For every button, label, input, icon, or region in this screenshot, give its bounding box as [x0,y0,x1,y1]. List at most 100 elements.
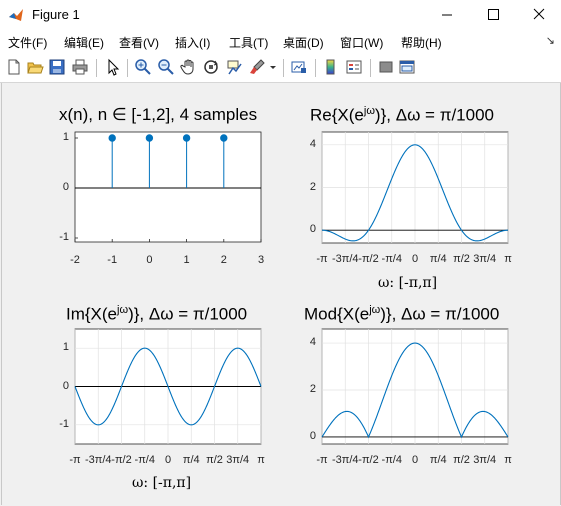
maximize-button[interactable] [470,0,516,30]
tr-xtick-label: 3π/4 [473,253,497,265]
tr-xtick-label: π/4 [429,253,447,265]
show-plot-tools-icon[interactable] [398,58,416,76]
bl-ytick-label: 1 [62,341,69,354]
brush-icon[interactable] [248,58,266,76]
matlab-icon [9,9,23,21]
bl-xlabel: ω: [-π,π] [132,475,192,491]
bl-ytick-label: -1 [59,417,69,430]
br-ytick-label: 0 [309,429,316,442]
tl-xtick-label: 0 [146,254,153,266]
bl-xtick-label: 0 [164,454,172,466]
maximize-icon [488,9,499,20]
print-icon[interactable] [71,58,89,76]
bl-xtick-label: -π/2 [111,454,132,466]
colorbar-icon[interactable] [322,58,340,76]
tl-ytick-label: 0 [62,181,69,193]
minimize-button[interactable] [424,0,470,30]
menu-bar: 文件(F) 编辑(E) 查看(V) 插入(I) 工具(T) 桌面(D) 窗口(W… [0,30,561,54]
tl-xtick-label: 1 [183,254,190,266]
br-xtick-label: π [504,454,512,466]
legend-icon[interactable] [345,58,363,76]
menu-help[interactable]: 帮助(H) [401,34,442,51]
tl-xtick-label: 2 [220,254,227,266]
br-xtick-label: π/2 [453,454,470,466]
br-axes-title: Mod{X(ejω)}, Δω = π/1000 [304,304,500,324]
tl-stem-marker [220,134,228,142]
window-titlebar: Figure 1 [0,0,561,30]
window-title: Figure 1 [32,7,80,22]
toolbar-separator [283,59,284,77]
bl-xtick-label: π/4 [182,454,200,466]
br-xtick-label: -3π/4 [331,454,359,466]
tl-stem-marker [182,134,191,142]
menu-window[interactable]: 窗口(W) [340,34,383,51]
toolbar-separator [315,59,316,77]
br-ytick-label: 4 [309,336,316,349]
tl-axes-box [74,131,262,243]
chevron-down-icon[interactable] [268,58,278,76]
save-icon[interactable] [48,58,66,76]
bl-xtick-label: π/2 [206,454,223,466]
pan-icon[interactable] [180,58,198,76]
tr-xtick-label: -π/2 [358,253,379,265]
tl-axes-title: x(n), n ∈ [-1,2], 4 samples [59,105,258,124]
pointer-icon[interactable] [103,58,121,76]
tr-xtick-label: -π [316,253,328,265]
br-xtick-label: -π/4 [381,454,402,466]
close-icon [533,8,545,20]
zoom-out-icon[interactable] [157,58,175,76]
menu-edit[interactable]: 编辑(E) [64,34,104,51]
figure-canvas: x(n), n ∈ [-1,2], 4 samples Re{X(ejω)}, … [1,83,561,505]
tr-xtick-label: 0 [411,253,419,265]
bl-xtick-label: 3π/4 [226,454,250,466]
br-xtick-label: 0 [411,454,419,466]
bl-xtick-label: -3π/4 [84,454,112,466]
menu-insert[interactable]: 插入(I) [175,34,210,51]
figure-plots-svg [74,131,509,445]
figure-toolbar [0,54,561,83]
bl-xtick-label: -π/4 [134,454,155,466]
bl-axes-title: Im{X(ejω)}, Δω = π/1000 [66,304,248,324]
menu-desktop[interactable]: 桌面(D) [283,34,324,51]
minimize-icon [442,14,452,16]
data-cursor-icon[interactable] [225,58,243,76]
tl-xtick-label: -1 [107,254,118,266]
tr-ytick-label: 0 [309,223,316,236]
tr-xlabel: ω: [-π,π] [378,275,438,291]
tr-axes-title: Re{X(ejω)}, Δω = π/1000 [310,105,494,125]
tr-ytick-label: 4 [309,137,316,150]
tl-ytick-label: 1 [62,131,69,143]
br-ytick-label: 2 [309,383,316,396]
br-xtick-label: -π/2 [358,454,379,466]
close-button[interactable] [516,0,561,30]
zoom-in-icon[interactable] [134,58,152,76]
toolbar-separator [370,59,371,77]
toolbar-separator [96,59,97,77]
menu-dock-arrow-icon[interactable]: ↘ [546,34,555,47]
tl-xtick-label: -2 [70,254,80,266]
tr-ytick-label: 2 [309,180,316,193]
bl-xtick-label: -π [69,454,81,466]
tl-xtick-label: 3 [257,254,265,266]
br-xtick-label: 3π/4 [473,454,497,466]
menu-file[interactable]: 文件(F) [8,34,47,51]
menu-tools[interactable]: 工具(T) [229,34,268,51]
hide-plot-tools-icon[interactable] [377,58,395,76]
toolbar-separator [127,59,128,77]
menu-view[interactable]: 查看(V) [119,34,159,51]
br-xtick-label: -π [316,454,328,466]
tr-xtick-label: π [504,253,512,265]
tl-stem-marker [145,134,154,142]
bl-ytick-label: 0 [62,379,69,392]
new-figure-icon[interactable] [5,58,23,76]
br-xtick-label: π/4 [429,454,447,466]
tr-xtick-label: π/2 [453,253,470,265]
tr-xtick-label: -π/4 [381,253,402,265]
rotate-3d-icon[interactable] [202,58,220,76]
open-file-icon[interactable] [26,58,44,76]
tl-stem-marker [108,134,116,142]
tr-xtick-label: -3π/4 [331,253,359,265]
bl-xtick-label: π [257,454,265,466]
tl-ytick-label: -1 [59,231,69,243]
link-plot-icon[interactable] [290,58,308,76]
